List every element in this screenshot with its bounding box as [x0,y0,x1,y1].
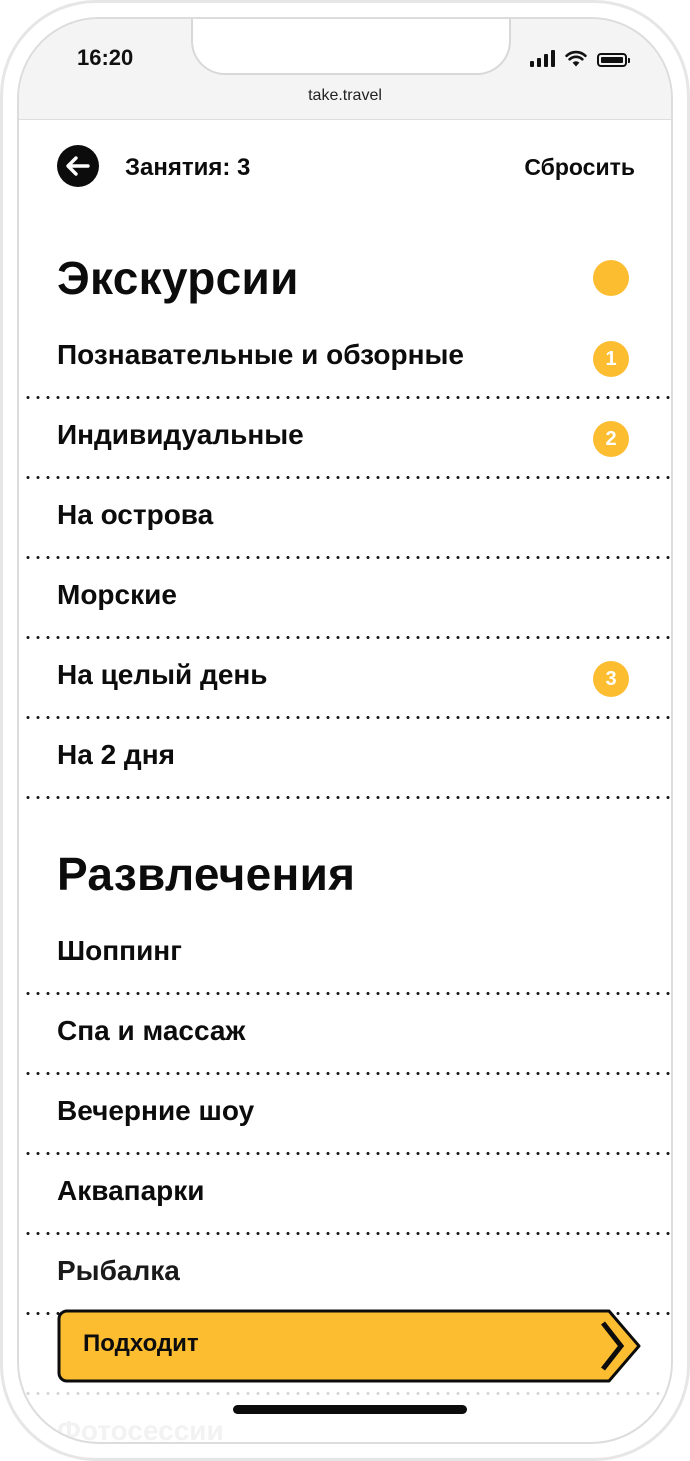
section-title-entertainment: Развлечения [57,848,356,900]
apply-button[interactable]: Подходит [57,1309,643,1383]
selection-order-badge: 2 [593,421,629,457]
filter-item-label: На целый день [57,659,268,690]
section-title-excursions: Экскурсии [57,252,299,304]
screen: 16:20 take.travel Занятия: 3 Сбросить Эк… [17,17,673,1444]
filter-item-label: Фотосессии [57,1415,224,1444]
filter-item-label: Морские [57,579,177,610]
filter-item-label: Спа и массаж [57,1015,246,1046]
filter-item[interactable]: Спа и массаж [19,995,671,1075]
home-indicator [233,1405,467,1414]
filter-item[interactable]: Вечерние шоу [19,1075,671,1155]
filter-item[interactable]: Индивидуальные 2 [19,399,671,479]
section-selected-indicator [593,260,629,296]
filter-item[interactable]: Познавательные и обзорные 1 [19,319,671,399]
filter-item-label: На 2 дня [57,739,175,770]
apply-button-label: Подходит [83,1330,199,1357]
filter-item[interactable]: На целый день 3 [19,639,671,719]
filter-item-label: Рыбалка [57,1255,180,1286]
filter-item[interactable]: На 2 дня [19,719,671,799]
filter-item-label: На острова [57,499,214,530]
filter-item-label: Познавательные и обзорные [57,339,464,370]
filter-item[interactable]: Морские [19,559,671,639]
dotted-divider [23,1392,671,1395]
filter-item[interactable]: Шоппинг [19,915,671,995]
filter-item[interactable]: На острова [19,479,671,559]
filter-item-label: Шоппинг [57,935,182,966]
dotted-divider [23,796,671,799]
filter-list: Экскурсии Познавательные и обзорные 1 Ин… [19,19,671,1442]
filter-item-label: Вечерние шоу [57,1095,255,1126]
phone-frame: 16:20 take.travel Занятия: 3 Сбросить Эк… [0,0,690,1461]
filter-item[interactable]: Рыбалка [19,1235,671,1315]
filter-item-label: Аквапарки [57,1175,205,1206]
selection-order-badge: 1 [593,341,629,377]
selection-order-badge: 3 [593,661,629,697]
filter-item[interactable]: Аквапарки [19,1155,671,1235]
filter-item-label: Индивидуальные [57,419,304,450]
